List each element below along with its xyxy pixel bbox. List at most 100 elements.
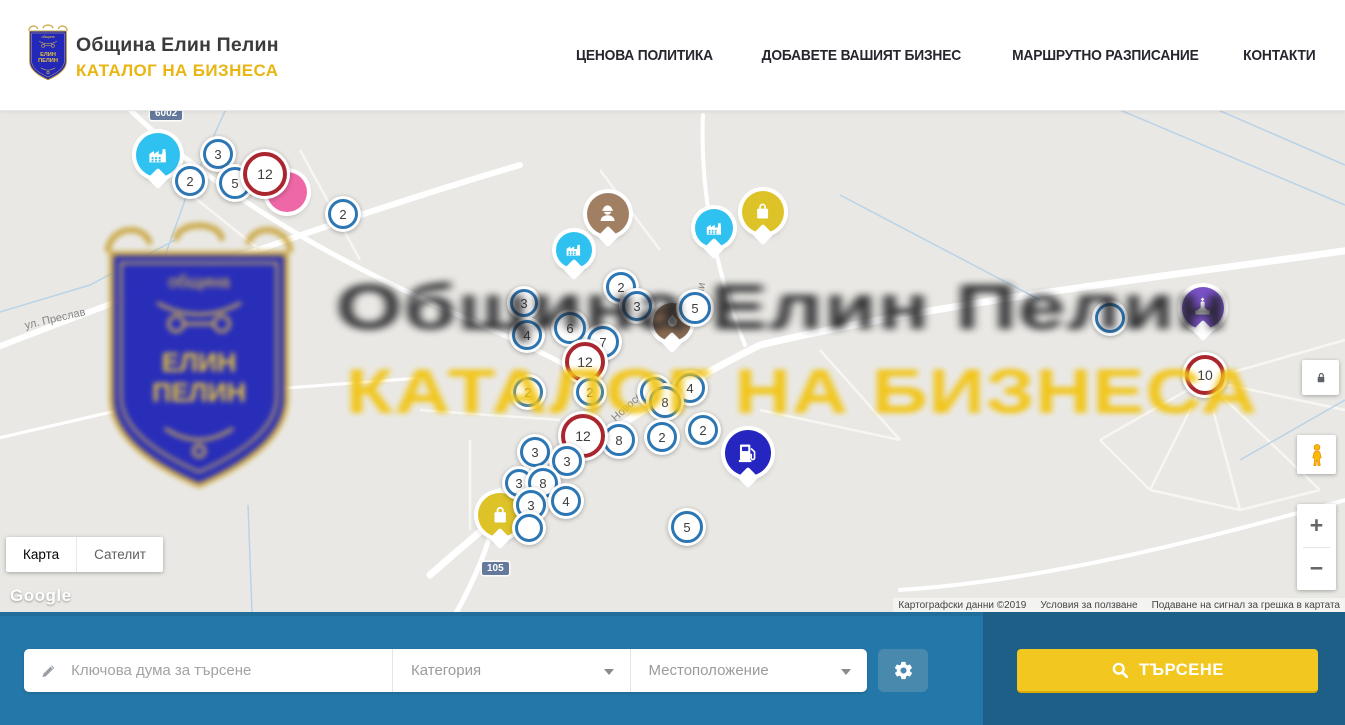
chevron-down-icon xyxy=(841,669,851,675)
attribution-copyright: Картографски данни ©2019 xyxy=(898,600,1026,611)
search-bar: Категория Местоположение ТЪРСЕНЕ xyxy=(0,612,1345,725)
bag-pin[interactable] xyxy=(742,191,784,233)
cluster-marker[interactable]: 3 xyxy=(507,286,541,320)
category-dropdown[interactable]: Категория xyxy=(393,649,631,692)
cluster-count: 2 xyxy=(658,430,665,445)
search-button[interactable]: ТЪРСЕНЕ xyxy=(1017,649,1318,693)
cluster-count: 3 xyxy=(214,147,221,162)
cluster-marker[interactable]: 5 xyxy=(668,508,706,546)
cluster-marker[interactable]: 8 xyxy=(646,383,684,421)
bag-icon xyxy=(750,199,775,224)
cluster-marker[interactable]: 2 xyxy=(644,419,680,455)
cluster-count: 2 xyxy=(339,207,346,222)
cluster-marker[interactable]: 2 xyxy=(685,412,721,448)
pegman-button[interactable] xyxy=(1297,435,1336,474)
keyword-search-input[interactable] xyxy=(69,661,378,680)
fuel-pin[interactable] xyxy=(725,430,771,476)
cluster-marker[interactable]: 2 xyxy=(325,196,361,232)
category-dropdown-label: Категория xyxy=(411,662,481,679)
site-title: Община Елин Пелин xyxy=(76,36,279,56)
cluster-count: 3 xyxy=(531,445,538,460)
nav-route-schedule[interactable]: МАРШРУТНО РАЗПИСАНИЕ xyxy=(1012,47,1199,64)
cluster-count: 2 xyxy=(524,385,531,400)
chevron-down-icon xyxy=(604,669,614,675)
cluster-marker[interactable]: 2 xyxy=(172,163,208,199)
attribution-report-link[interactable]: Подаване на сигнал за грешка в картата xyxy=(1152,600,1340,611)
municipality-crest-logo: община ЕЛИН ПЕЛИН xyxy=(24,22,72,84)
search-icon xyxy=(1111,661,1129,679)
nav-add-business[interactable]: ДОБАВЕТЕ ВАШИЯТ БИЗНЕС xyxy=(762,47,961,64)
cluster-marker[interactable]: 5 xyxy=(676,289,714,327)
cluster-count: 4 xyxy=(523,328,530,343)
cluster-count: 3 xyxy=(520,296,527,311)
cluster-count: 2 xyxy=(186,174,193,189)
cluster-count: 4 xyxy=(686,381,693,396)
keyword-cell xyxy=(24,649,393,692)
zoom-control: + − xyxy=(1297,504,1336,590)
cluster-marker[interactable]: 3 xyxy=(517,434,553,470)
cluster-count: 5 xyxy=(231,176,238,191)
cluster-marker[interactable]: 12 xyxy=(240,149,290,199)
location-dropdown[interactable]: Местоположение xyxy=(631,649,868,692)
cluster-count: 3 xyxy=(633,299,640,314)
cluster-count: 8 xyxy=(661,395,668,410)
zoom-out-button[interactable]: − xyxy=(1297,548,1336,591)
map-type-map[interactable]: Карта xyxy=(6,537,76,572)
advanced-search-button[interactable] xyxy=(878,649,928,692)
factory-pin[interactable] xyxy=(695,209,733,247)
crest-text-name2: ПЕЛИН xyxy=(38,58,58,64)
main-nav: ЦЕНОВА ПОЛИТИКА ДОБАВЕТЕ ВАШИЯТ БИЗНЕС М… xyxy=(570,0,1319,110)
attribution-terms-link[interactable]: Условия за ползване xyxy=(1040,600,1137,611)
crest-text-name1: ЕЛИН xyxy=(40,52,56,58)
map-canvas[interactable]: 6002105ул. Преславбул. „Новоселци“ции325… xyxy=(0,110,1345,612)
brand: Община Елин Пелин КАТАЛОГ НА БИЗНЕСА xyxy=(76,36,279,79)
factory-pin[interactable] xyxy=(136,133,180,177)
nav-contacts[interactable]: КОНТАКТИ xyxy=(1244,47,1316,64)
cluster-marker[interactable]: 4 xyxy=(509,317,545,353)
gear-icon xyxy=(893,660,914,681)
factory-pin[interactable] xyxy=(556,232,592,268)
church-pin[interactable] xyxy=(1182,287,1224,329)
cluster-count: 12 xyxy=(577,354,593,370)
cluster-marker[interactable]: 10 xyxy=(1182,352,1228,398)
cluster-count: 3 xyxy=(563,454,570,469)
nav-pricing-policy[interactable]: ЦЕНОВА ПОЛИТИКА xyxy=(576,47,713,64)
pegman-icon xyxy=(1305,442,1329,468)
factory-icon xyxy=(145,142,171,168)
cluster-count: 2 xyxy=(586,385,593,400)
zoom-in-button[interactable]: + xyxy=(1297,504,1336,547)
header: община ЕЛИН ПЕЛИН Община Елин Пелин КАТА… xyxy=(0,0,1345,111)
cluster-marker[interactable]: 3 xyxy=(619,288,655,324)
map-type-control: Карта Сателит xyxy=(6,537,163,572)
page: община ЕЛИН ПЕЛИН Община Елин Пелин КАТА… xyxy=(0,0,1345,725)
cluster-marker[interactable]: 2 xyxy=(573,375,607,409)
cluster-count: 5 xyxy=(691,301,698,316)
cluster-count: 8 xyxy=(615,433,622,448)
cluster-marker[interactable] xyxy=(1092,300,1128,336)
map-type-satellite[interactable]: Сателит xyxy=(77,537,163,572)
bag-icon xyxy=(487,502,513,528)
factory-icon xyxy=(703,217,726,240)
site-subtitle: КАТАЛОГ НА БИЗНЕСА xyxy=(76,62,279,79)
markers-layer: 3251222346375122274881222333834510 xyxy=(0,110,1345,612)
cluster-count: 5 xyxy=(683,520,690,535)
worker-pin[interactable] xyxy=(587,193,629,235)
cluster-count: 4 xyxy=(562,494,569,509)
cluster-marker[interactable]: 4 xyxy=(548,483,584,519)
cluster-count: 12 xyxy=(575,428,591,444)
search-fields-group: Категория Местоположение xyxy=(24,649,867,692)
search-button-label: ТЪРСЕНЕ xyxy=(1139,661,1224,680)
lock-button[interactable] xyxy=(1302,360,1339,395)
cluster-count: 12 xyxy=(257,166,273,182)
cluster-marker[interactable]: 2 xyxy=(510,374,546,410)
map-attribution: Картографски данни ©2019 Условия за полз… xyxy=(893,598,1345,612)
cluster-count: 8 xyxy=(539,476,546,491)
google-logo[interactable]: Google xyxy=(10,586,72,606)
cluster-marker[interactable] xyxy=(512,511,546,545)
cluster-count: 10 xyxy=(1197,367,1213,383)
fuel-icon xyxy=(734,439,762,467)
crest-text-top: община xyxy=(41,35,54,39)
worker-icon xyxy=(595,201,620,226)
church-icon xyxy=(1190,295,1215,320)
lock-icon xyxy=(1312,369,1330,387)
